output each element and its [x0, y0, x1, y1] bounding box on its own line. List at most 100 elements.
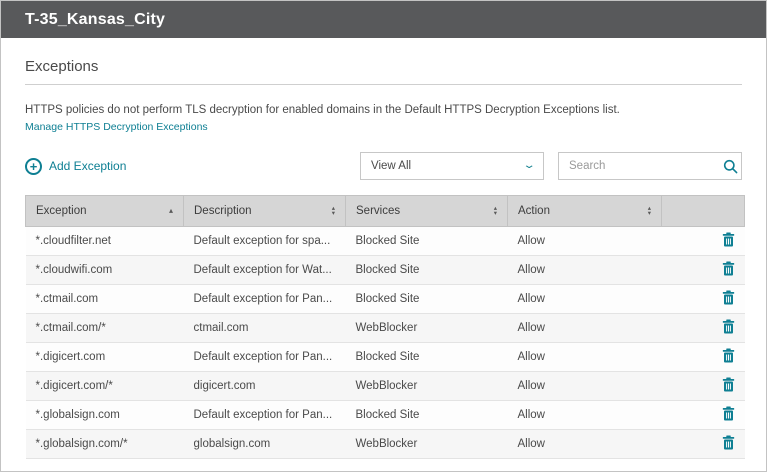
exception-description: Default exception for Wat...: [183, 255, 346, 285]
column-label: Exception: [36, 205, 87, 217]
exception-name-link[interactable]: *.digicert.com/*: [25, 371, 184, 401]
chevron-down-icon: ⌄: [522, 160, 536, 171]
toolbar: + Add Exception View All ⌄: [25, 152, 742, 180]
exceptions-table-body: *.cloudfilter.net Default exception for s…: [25, 226, 745, 459]
trash-icon: [722, 435, 735, 453]
exception-action: Allow: [507, 284, 662, 314]
page-title: T-35_Kansas_City: [25, 10, 166, 28]
row-actions-cell: [661, 226, 745, 256]
content-area: Exceptions HTTPS policies do not perform…: [1, 58, 766, 459]
exception-description: digicert.com: [183, 371, 346, 401]
table-row: *.digicert.com/* digicert.com WebBlocker Al…: [25, 371, 745, 401]
column-label: Services: [356, 205, 401, 217]
column-header-action[interactable]: Action ▴ ▾: [507, 195, 662, 227]
trash-icon: [722, 290, 735, 308]
exception-services: Blocked Site: [345, 226, 508, 256]
column-header-exception[interactable]: Exception ▴: [25, 195, 184, 227]
view-filter-dropdown[interactable]: View All ⌄: [360, 152, 544, 180]
delete-exception-button[interactable]: [722, 435, 735, 453]
exception-description: Default exception for spa...: [183, 226, 346, 256]
delete-exception-button[interactable]: [722, 377, 735, 395]
delete-exception-button[interactable]: [722, 261, 735, 279]
row-actions-cell: [661, 429, 745, 459]
section-divider: [25, 84, 742, 85]
exception-services: WebBlocker: [345, 313, 508, 343]
exception-name-link[interactable]: *.globalsign.com/*: [25, 429, 184, 459]
delete-exception-button[interactable]: [722, 406, 735, 424]
row-actions-cell: [661, 255, 745, 285]
table-row: *.globalsign.com/* globalsign.com WebBlock…: [25, 429, 745, 459]
exceptions-table: Exception ▴ Description ▴ ▾ Services ▴ ▾ Action ▴…: [25, 195, 745, 459]
trash-icon: [722, 232, 735, 250]
search-box: [558, 152, 742, 180]
delete-exception-button[interactable]: [722, 319, 735, 337]
plus-icon: +: [25, 157, 42, 175]
exception-name-link[interactable]: *.cloudwifi.com: [25, 255, 184, 285]
exception-action: Allow: [507, 255, 662, 285]
exception-services: WebBlocker: [345, 371, 508, 401]
exception-name-link[interactable]: *.ctmail.com: [25, 284, 184, 314]
sort-asc-icon: ▴: [168, 206, 173, 215]
table-row: *.ctmail.com Default exception for Pan...…: [25, 284, 745, 314]
column-header-description[interactable]: Description ▴ ▾: [183, 195, 346, 227]
search-input[interactable]: [569, 160, 723, 172]
exception-action: Allow: [507, 226, 662, 256]
delete-exception-button[interactable]: [722, 232, 735, 250]
exception-services: WebBlocker: [345, 429, 508, 459]
exception-name-link[interactable]: *.cloudfilter.net: [25, 226, 184, 256]
exception-action: Allow: [507, 400, 662, 430]
sort-both-icon: ▴ ▾: [647, 205, 651, 217]
trash-icon: [722, 261, 735, 279]
table-row: *.ctmail.com/* ctmail.com WebBlocker Allow: [25, 313, 745, 343]
exception-action: Allow: [507, 371, 662, 401]
sort-both-icon: ▴ ▾: [493, 205, 497, 217]
trash-icon: [722, 377, 735, 395]
exception-description: Default exception for Pan...: [183, 400, 346, 430]
column-label: Description: [194, 205, 252, 217]
exception-services: Blocked Site: [345, 342, 508, 372]
row-actions-cell: [661, 284, 745, 314]
exception-name-link[interactable]: *.digicert.com: [25, 342, 184, 372]
toolbar-right: View All ⌄: [360, 152, 742, 180]
column-label: Action: [518, 205, 550, 217]
section-title: Exceptions: [25, 58, 99, 75]
search-icon[interactable]: [723, 159, 738, 174]
exception-services: Blocked Site: [345, 400, 508, 430]
add-exception-label: Add Exception: [49, 159, 127, 173]
trash-icon: [722, 406, 735, 424]
delete-exception-button[interactable]: [722, 290, 735, 308]
intro-description: HTTPS policies do not perform TLS decryp…: [25, 104, 620, 116]
view-filter-value: View All: [371, 160, 412, 172]
exception-services: Blocked Site: [345, 255, 508, 285]
exception-name-link[interactable]: *.globalsign.com: [25, 400, 184, 430]
exception-description: ctmail.com: [183, 313, 346, 343]
row-actions-cell: [661, 313, 745, 343]
window-title-bar: T-35_Kansas_City: [1, 1, 766, 38]
manage-exceptions-link[interactable]: Manage HTTPS Decryption Exceptions: [25, 121, 208, 133]
exception-action: Allow: [507, 313, 662, 343]
exception-description: globalsign.com: [183, 429, 346, 459]
table-header-row: Exception ▴ Description ▴ ▾ Services ▴ ▾ Action ▴…: [25, 195, 745, 227]
table-row: *.cloudwifi.com Default exception for Wat…: [25, 255, 745, 285]
page: T-35_Kansas_City Exceptions HTTPS polici…: [0, 0, 767, 472]
row-actions-cell: [661, 371, 745, 401]
exceptions-table-header: Exception ▴ Description ▴ ▾ Services ▴ ▾ Action ▴…: [25, 195, 745, 227]
table-row: *.globalsign.com Default exception for Pa…: [25, 400, 745, 430]
column-header-services[interactable]: Services ▴ ▾: [345, 195, 508, 227]
exception-services: Blocked Site: [345, 284, 508, 314]
exception-description: Default exception for Pan...: [183, 284, 346, 314]
row-actions-cell: [661, 342, 745, 372]
add-exception-button[interactable]: + Add Exception: [25, 157, 127, 175]
table-row: *.digicert.com Default exception for Pan.…: [25, 342, 745, 372]
column-header-actions: [661, 195, 745, 227]
exception-description: Default exception for Pan...: [183, 342, 346, 372]
sort-both-icon: ▴ ▾: [331, 205, 335, 217]
table-row: *.cloudfilter.net Default exception for s…: [25, 226, 745, 256]
trash-icon: [722, 348, 735, 366]
row-actions-cell: [661, 400, 745, 430]
exception-action: Allow: [507, 429, 662, 459]
trash-icon: [722, 319, 735, 337]
exception-name-link[interactable]: *.ctmail.com/*: [25, 313, 184, 343]
exception-action: Allow: [507, 342, 662, 372]
delete-exception-button[interactable]: [722, 348, 735, 366]
